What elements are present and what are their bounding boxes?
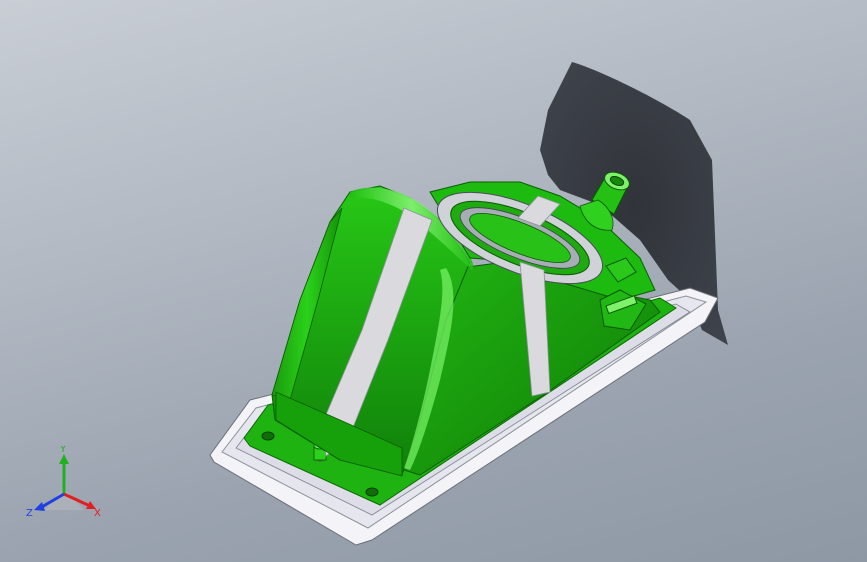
- triad-x-label: X: [94, 508, 101, 519]
- triad-y-label: Y: [59, 446, 67, 455]
- graphics-viewport[interactable]: Y X Z: [0, 0, 867, 562]
- triad-z-label: Z: [26, 508, 33, 519]
- triad-y-arrow: [59, 454, 69, 464]
- triad-z-arrow: [34, 502, 45, 511]
- view-orientation-triad[interactable]: Y X Z: [24, 446, 104, 522]
- part-model[interactable]: [0, 0, 867, 562]
